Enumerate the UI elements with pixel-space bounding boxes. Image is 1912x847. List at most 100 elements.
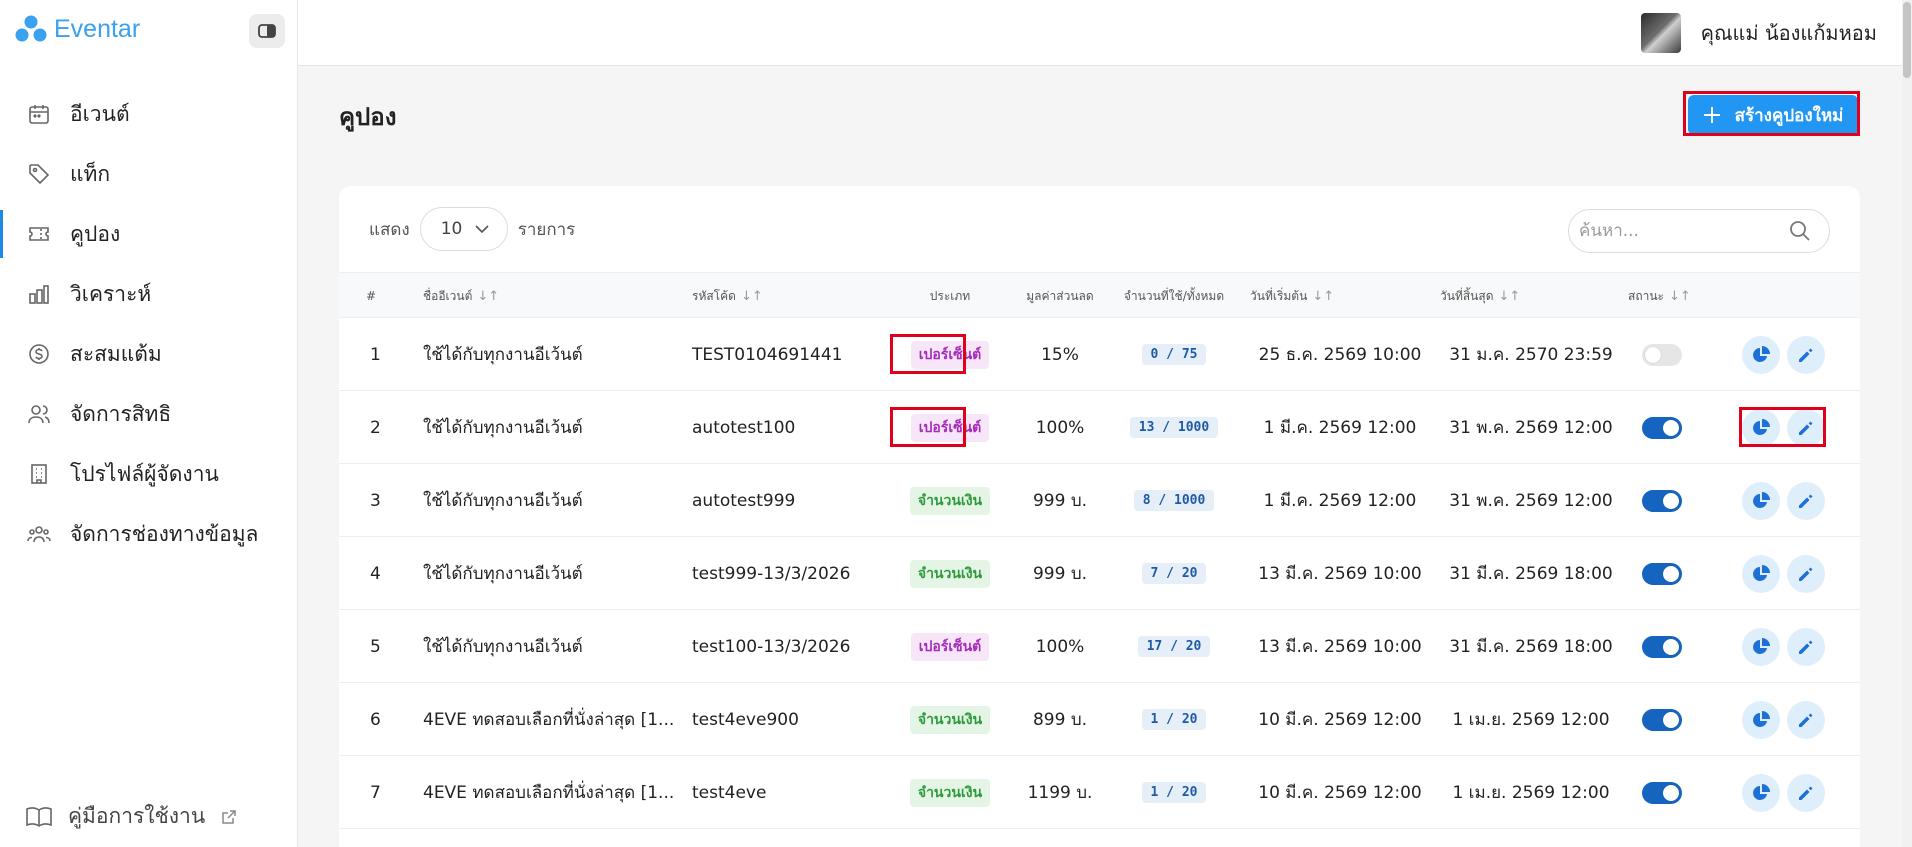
sidebar-toggle-button[interactable] [249,14,285,48]
stats-button[interactable] [1742,700,1780,739]
cell-code: TEST0104691441 [692,344,843,365]
edit-button[interactable] [1787,481,1825,520]
table-row: 2 ใช้ได้กับทุกงานอีเว้นต์ autotest100 เปอร์… [339,391,1860,464]
usage-badge: 8 / 1000 [1133,490,1215,511]
sidebar-item-data-channels[interactable]: จัดการช่องทางข้อมูล [0,504,298,564]
header-status[interactable]: สถานะ ↓↑ [1628,273,1691,319]
cell-value: 100% [1035,636,1085,657]
toggle-knob [1663,492,1679,509]
type-badge: จำนวนเงิน [909,486,991,515]
status-toggle[interactable] [1642,416,1682,439]
cell-status [1642,537,1682,610]
cell-start-date: 25 ธ.ค. 2569 10:00 [1258,345,1422,365]
user-menu[interactable]: คุณแม่ น้องแก้มหอม [1640,13,1877,53]
cell-actions [1742,318,1825,391]
table-row: 3 ใช้ได้กับทุกงานอีเว้นต์ autotest999 จำนวน… [339,464,1860,537]
edit-button[interactable] [1787,627,1825,666]
edit-button[interactable] [1787,335,1825,374]
edit-button[interactable] [1787,554,1825,593]
page-size-select[interactable]: 10 [419,207,508,251]
status-toggle[interactable] [1642,781,1682,804]
cell-num: 1 [370,344,381,365]
cell-value: 15% [1041,344,1079,365]
status-toggle[interactable] [1642,562,1682,585]
edit-button[interactable] [1787,773,1825,812]
stats-button[interactable] [1742,554,1780,593]
stats-button[interactable] [1742,481,1780,520]
pie-chart-icon [1753,491,1770,508]
table-row: 6 4EVE ทดสอบเลือกที่นั่งล่าสุด [1... test4… [339,683,1860,756]
create-coupon-button[interactable]: สร้างคูปองใหม่ [1688,95,1858,135]
page-scrollbar[interactable] [1902,0,1912,847]
sidebar-item-tags[interactable]: แท็ก [0,144,298,204]
items-label: รายการ [517,219,576,240]
cell-usage: 1 / 20 [1109,756,1239,829]
toggle-knob [1663,419,1679,436]
cell-start-date: 1 มี.ค. 2569 12:00 [1263,418,1417,438]
cell-type: จำนวนเงิน [886,537,1014,610]
cell-value: 100% [1035,417,1085,438]
sidebar-item-organizer-profile[interactable]: โปรไฟล์ผู้จัดงาน [0,444,298,504]
search-box [1568,209,1830,253]
user-guide-link[interactable]: คู่มือการใช้งาน [26,800,237,833]
building-icon [26,461,52,487]
toggle-knob [1663,565,1679,582]
cell-num: 7 [370,782,381,803]
header-start[interactable]: วันที่เริ่มต้น ↓↑ [1250,273,1334,319]
header-label: มูลค่าส่วนลด [1026,288,1094,303]
cell-event: 4EVE ทดสอบเลือกที่นั่งล่าสุด [1... [423,710,675,730]
sidebar-item-coupons[interactable]: คูปอง [0,204,298,264]
stats-button[interactable] [1742,408,1780,447]
search-icon[interactable] [1789,220,1811,242]
app-logo[interactable]: Eventar [14,14,140,44]
stats-button[interactable] [1742,335,1780,374]
cell-end-date: 31 มี.ค. 2569 18:00 [1449,564,1613,584]
header-usage: จำนวนที่ใช้/ทั้งหมด [1109,273,1239,319]
status-toggle[interactable] [1642,708,1682,731]
cell-actions [1742,537,1825,610]
cell-end-date: 1 เม.ย. 2569 12:00 [1452,710,1610,730]
pencil-icon [1799,421,1813,435]
header-code[interactable]: รหัสโค้ด ↓↑ [692,273,763,319]
edit-button[interactable] [1787,700,1825,739]
table-row: 4 ใช้ได้กับทุกงานอีเว้นต์ test999-13/3/202… [339,537,1860,610]
pie-chart-icon [1753,345,1770,362]
book-icon [26,806,52,827]
sidebar-item-permissions[interactable]: จัดการสิทธิ [0,384,298,444]
type-badge: เปอร์เซ็นต์ [910,632,990,661]
stats-button[interactable] [1742,773,1780,812]
search-input[interactable] [1579,221,1789,241]
edit-button[interactable] [1787,408,1825,447]
user-name: คุณแม่ น้องแก้มหอม [1700,21,1877,45]
header-label: สถานะ [1628,288,1664,303]
stats-button[interactable] [1742,627,1780,666]
usage-badge: 7 / 20 [1141,563,1207,584]
sort-icon: ↓↑ [1312,288,1335,304]
sidebar-item-points[interactable]: สะสมแต้ม [0,324,298,384]
status-toggle[interactable] [1642,343,1682,366]
sidebar-item-analytics[interactable]: วิเคราะห์ [0,264,298,324]
show-label: แสดง [369,219,410,240]
cell-end-date: 31 ม.ค. 2570 23:59 [1449,345,1613,365]
table-row: 7 4EVE ทดสอบเลือกที่นั่งล่าสุด [1... test4… [339,756,1860,829]
header-num: # [366,273,376,319]
users-icon [26,401,52,427]
cell-value: 899 บ. [1032,710,1088,730]
cell-usage: 1 / 20 [1109,683,1239,756]
header-event[interactable]: ชื่ออีเวนต์ ↓↑ [423,273,499,319]
scrollbar-thumb[interactable] [1903,2,1911,78]
avatar [1640,13,1681,53]
status-toggle[interactable] [1642,489,1682,512]
cell-actions [1742,683,1825,756]
ticket-icon [26,221,52,247]
coupon-table-card: แสดง 10 รายการ # ชื่ออีเวนต์ ↓↑ รหัสโค้ด ↓… [339,186,1860,847]
header-end[interactable]: วันที่สิ้นสุด ↓↑ [1440,273,1520,319]
status-toggle[interactable] [1642,635,1682,658]
usage-badge: 0 / 75 [1141,344,1207,365]
type-badge: จำนวนเงิน [909,778,991,807]
sidebar-item-events[interactable]: อีเวนต์ [0,84,298,144]
sort-icon: ↓↑ [1668,288,1691,304]
cell-start-date: 10 มี.ค. 2569 12:00 [1258,783,1422,803]
user-guide-label: คู่มือการใช้งาน [68,804,206,828]
sidebar-item-label: แท็ก [70,161,111,186]
